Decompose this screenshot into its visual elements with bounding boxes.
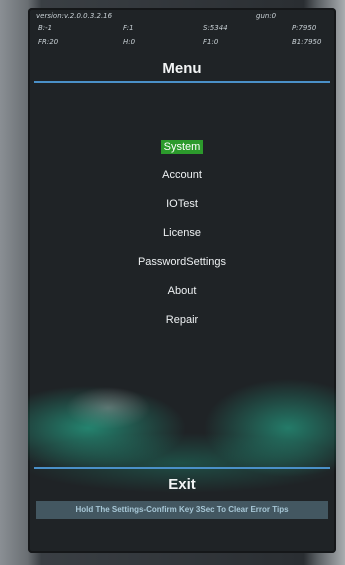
- menu-item-label: Repair: [165, 314, 199, 326]
- status-p: P:7950: [292, 24, 317, 32]
- title-divider: [34, 81, 330, 83]
- menu-item-password-settings[interactable]: PasswordSettings: [28, 255, 336, 269]
- status-b: B:-1: [38, 24, 53, 32]
- device-screen: version:v.2.0.0.3.2.16 gun:0 B:-1 F:1 S:…: [28, 8, 336, 553]
- menu-item-label: Account: [162, 169, 202, 181]
- menu-item-label: License: [163, 227, 201, 239]
- status-s: S:5344: [203, 24, 228, 32]
- error-tips-banner: Hold The Settings-Confirm Key 3Sec To Cl…: [36, 501, 328, 519]
- status-f: F:1: [123, 24, 134, 32]
- menu-item-iotest[interactable]: IOTest: [28, 197, 336, 211]
- status-fr: FR:20: [38, 38, 59, 46]
- status-bar: version:v.2.0.0.3.2.16 gun:0 B:-1 F:1 S:…: [28, 8, 336, 58]
- version-text: version:v.2.0.0.3.2.16: [36, 12, 113, 20]
- menu-item-license[interactable]: License: [28, 226, 336, 240]
- gun-status: gun:0: [256, 12, 277, 20]
- menu-item-label: About: [167, 285, 197, 297]
- status-b1: B1:7950: [292, 38, 322, 46]
- page-title: Menu: [162, 60, 202, 77]
- status-f1: F1:0: [203, 38, 219, 46]
- menu-item-system[interactable]: System: [28, 140, 336, 154]
- menu-item-repair[interactable]: Repair: [28, 313, 336, 327]
- status-h: H:0: [123, 38, 136, 46]
- screen-glare: [28, 8, 336, 553]
- menu-item-about[interactable]: About: [28, 284, 336, 298]
- menu-item-label: System: [160, 140, 204, 154]
- footer-divider: [34, 467, 330, 469]
- exit-button[interactable]: Exit: [28, 476, 336, 493]
- menu-item-label: IOTest: [166, 198, 198, 210]
- menu-item-label: PasswordSettings: [137, 256, 227, 268]
- menu-item-account[interactable]: Account: [28, 168, 336, 182]
